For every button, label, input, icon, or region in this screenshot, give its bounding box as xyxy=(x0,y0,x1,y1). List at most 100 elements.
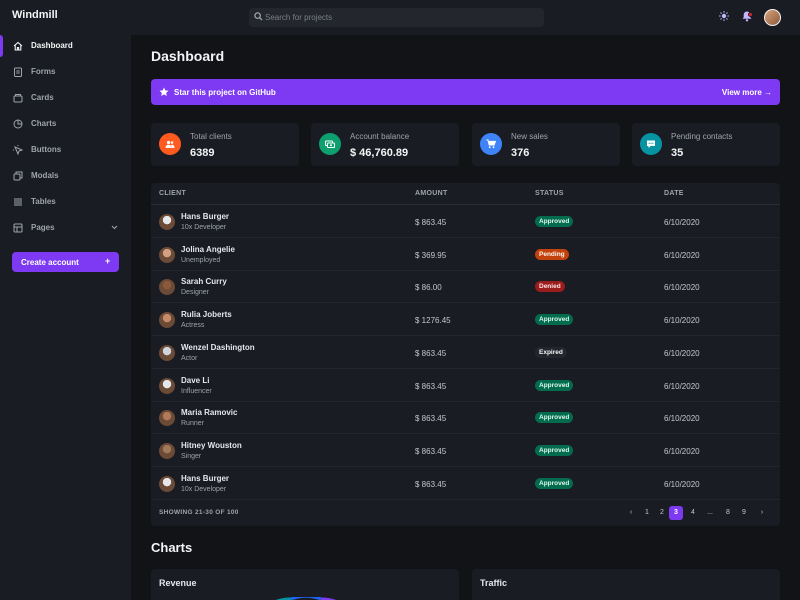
client-name: Jolina Angelie xyxy=(181,244,235,254)
sidebar-item-label: Tables xyxy=(31,197,56,206)
sidebar-item-cards[interactable]: Cards xyxy=(0,87,131,109)
theme-toggle-sun-icon[interactable] xyxy=(719,11,729,21)
sidebar-item-label: Cards xyxy=(31,93,54,102)
table-row: Dave Li Influencer $ 863.45 Approved 6/10/20… xyxy=(151,369,780,402)
chart-card-title: Revenue xyxy=(159,578,197,588)
pagination-page-button[interactable]: 3 xyxy=(669,506,683,520)
amount-cell: $ 863.45 xyxy=(415,446,447,456)
status-badge: Approved xyxy=(535,477,574,489)
forms-icon xyxy=(13,67,23,77)
search-bar[interactable] xyxy=(249,8,544,27)
sidebar-item-label: Charts xyxy=(31,119,57,128)
date-cell: 6/10/2020 xyxy=(664,316,700,326)
client-job: 10x Developer xyxy=(181,485,227,493)
table-header: CLIENT AMOUNT STATUS DATE xyxy=(151,183,780,205)
client-job: Influencer xyxy=(181,387,212,395)
table-row: Hitney Wouston Singer $ 863.45 Approved 6/10… xyxy=(151,434,780,467)
create-account-button[interactable]: Create account + xyxy=(12,252,119,272)
client-job: Actor xyxy=(181,354,198,362)
sidebar-item-pages[interactable]: Pages xyxy=(0,217,131,239)
status-badge: Approved xyxy=(535,379,574,391)
pagination-page-button[interactable]: 1 xyxy=(640,506,654,520)
sidebar: Dashboard Forms Cards Charts Buttons Mod… xyxy=(0,35,131,600)
date-cell: 6/10/2020 xyxy=(664,348,700,358)
top-header: Windmill xyxy=(0,0,800,35)
table-row: Rulia Joberts Actress $ 1276.45 Approved 6/1… xyxy=(151,303,780,337)
cart-icon xyxy=(480,133,502,155)
client-job: Unemployed xyxy=(181,256,221,264)
date-cell: 6/10/2020 xyxy=(664,250,700,260)
sidebar-item-label: Modals xyxy=(31,171,59,180)
chevron-down-icon[interactable] xyxy=(111,225,118,230)
buttons-icon xyxy=(13,145,23,155)
client-name: Dave Li xyxy=(181,375,210,385)
showing-count: SHOWING 21-30 OF 100 xyxy=(159,509,239,516)
page-title: Dashboard xyxy=(151,48,225,64)
client-avatar xyxy=(159,279,175,296)
pages-icon xyxy=(13,223,23,233)
client-avatar xyxy=(159,377,175,394)
github-banner[interactable]: Star this project on GitHub View more → xyxy=(151,79,780,105)
active-indicator xyxy=(0,35,3,57)
status-badge: Approved xyxy=(535,314,574,326)
sidebar-item-tables[interactable]: Tables xyxy=(0,191,131,213)
pagination-page-button: ... xyxy=(707,509,713,516)
status-badge: Denied xyxy=(535,281,565,293)
profile-avatar[interactable] xyxy=(764,9,781,26)
pagination-page-button[interactable]: 2 xyxy=(655,506,669,520)
table-row: Wenzel Dashington Actor $ 863.45 Expired 6/1… xyxy=(151,336,780,369)
client-name: Maria Ramovic xyxy=(181,408,238,418)
chat-icon xyxy=(640,133,662,155)
pagination-page-button[interactable]: 8 xyxy=(721,506,735,520)
chart-card-traffic: Traffic xyxy=(472,569,780,600)
column-header-amount: AMOUNT xyxy=(415,190,448,197)
amount-cell: $ 863.45 xyxy=(415,479,447,489)
sidebar-item-forms[interactable]: Forms xyxy=(0,61,131,83)
amount-cell: $ 86.00 xyxy=(415,283,442,293)
stat-title: Total clients xyxy=(190,132,232,141)
chart-card-title: Traffic xyxy=(480,578,508,588)
pagination-page-button[interactable]: 9 xyxy=(737,506,751,520)
pagination-next-button[interactable]: › xyxy=(755,506,769,520)
client-job: Actress xyxy=(181,322,205,330)
clients-table: CLIENT AMOUNT STATUS DATE Hans Burger 10x… xyxy=(151,183,780,526)
pagination-page-button[interactable]: 4 xyxy=(686,506,700,520)
money-icon xyxy=(319,133,341,155)
amount-cell: $ 1276.45 xyxy=(415,316,451,326)
sidebar-item-charts[interactable]: Charts xyxy=(0,113,131,135)
amount-cell: $ 863.45 xyxy=(415,381,447,391)
search-input[interactable] xyxy=(265,10,535,25)
pagination-prev-button[interactable]: ‹ xyxy=(624,506,638,520)
table-row: Jolina Angelie Unemployed $ 369.95 Pending 6… xyxy=(151,238,780,271)
client-job: Singer xyxy=(181,452,202,460)
client-avatar xyxy=(159,214,175,230)
view-more-link[interactable]: View more → xyxy=(722,88,772,97)
sidebar-item-label: Dashboard xyxy=(31,41,73,50)
star-icon xyxy=(159,87,169,97)
amount-cell: $ 863.45 xyxy=(415,414,447,424)
client-name: Wenzel Dashington xyxy=(181,342,255,352)
stat-title: Pending contacts xyxy=(671,132,733,141)
client-name: Rulia Joberts xyxy=(181,310,232,320)
sidebar-item-buttons[interactable]: Buttons xyxy=(0,139,131,161)
stat-value: 6389 xyxy=(190,147,215,159)
table-row: Sarah Curry Designer $ 86.00 Denied 6/10/202… xyxy=(151,270,780,304)
plus-icon: + xyxy=(105,256,111,266)
client-avatar xyxy=(159,442,175,459)
charts-section-title: Charts xyxy=(151,540,193,555)
app-logo[interactable]: Windmill xyxy=(12,9,58,21)
search-icon xyxy=(254,12,263,21)
client-job: 10x Developer xyxy=(181,224,227,231)
sidebar-item-modals[interactable]: Modals xyxy=(0,165,131,187)
date-cell: 6/10/2020 xyxy=(664,381,700,391)
client-avatar xyxy=(159,475,175,492)
sidebar-item-dashboard[interactable]: Dashboard xyxy=(0,35,131,57)
table-footer: SHOWING 21-30 OF 100 ‹ 1 2 3 4... 8 9 › xyxy=(151,500,780,526)
client-job: Designer xyxy=(181,289,210,297)
notification-dot xyxy=(748,12,753,17)
stat-card-account-balance: Account balance $ 46,760.89 xyxy=(311,123,459,166)
amount-cell: $ 863.45 xyxy=(415,348,447,358)
client-avatar xyxy=(159,246,175,263)
column-header-date: DATE xyxy=(664,190,684,197)
stat-card-total-clients: Total clients 6389 xyxy=(151,123,299,166)
